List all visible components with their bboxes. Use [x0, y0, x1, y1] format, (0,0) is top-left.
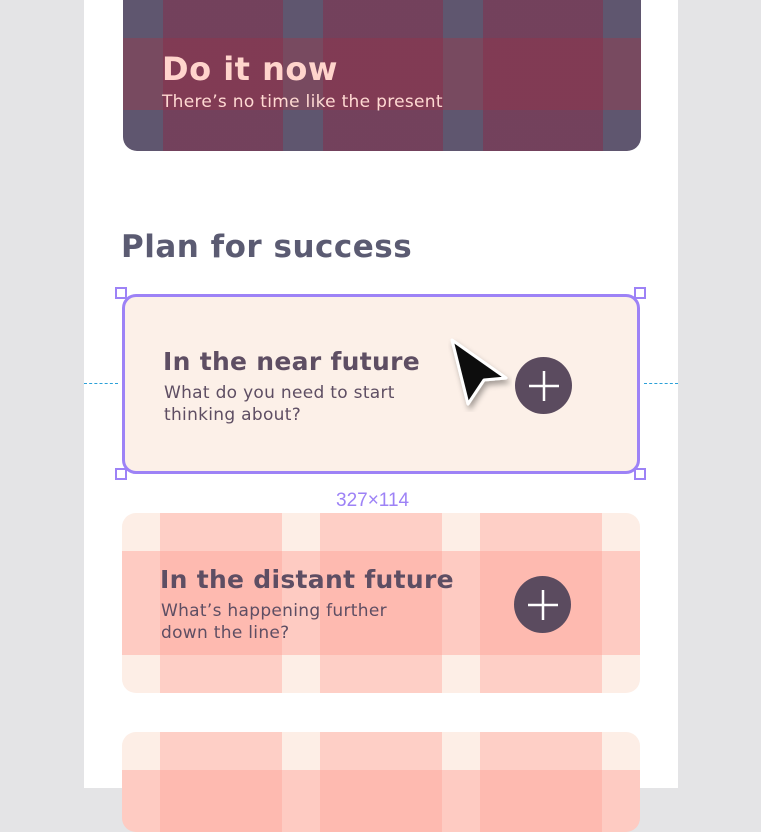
card-title: Do it now: [162, 50, 338, 88]
card-do-it-now[interactable]: Do it now There’s no time like the prese…: [123, 0, 641, 151]
card-description: What’s happening further down the line?: [161, 601, 387, 643]
card-partial[interactable]: [122, 732, 640, 832]
card-title: In the distant future: [160, 565, 454, 594]
alignment-guide-right: [644, 383, 678, 384]
card-title: In the near future: [163, 347, 420, 376]
card-near-future[interactable]: In the near future What do you need to s…: [122, 294, 640, 474]
section-title: Plan for success: [121, 229, 413, 265]
alignment-guide-left: [84, 383, 118, 384]
plus-icon: [528, 370, 559, 401]
resize-handle-top-right[interactable]: [634, 287, 646, 299]
card-subtitle: There’s no time like the present: [162, 92, 443, 112]
resize-handle-bottom-right[interactable]: [634, 468, 646, 480]
plus-icon: [527, 589, 558, 620]
card-distant-future[interactable]: In the distant future What’s happening f…: [122, 513, 640, 693]
card-description: What do you need to start thinking about…: [164, 383, 395, 425]
add-button[interactable]: [515, 357, 572, 414]
resize-handle-bottom-left[interactable]: [115, 468, 127, 480]
resize-handle-top-left[interactable]: [115, 287, 127, 299]
add-button[interactable]: [514, 576, 571, 633]
pointer-cursor-icon: [450, 338, 508, 406]
selection-dimensions: 327×114: [336, 490, 410, 511]
